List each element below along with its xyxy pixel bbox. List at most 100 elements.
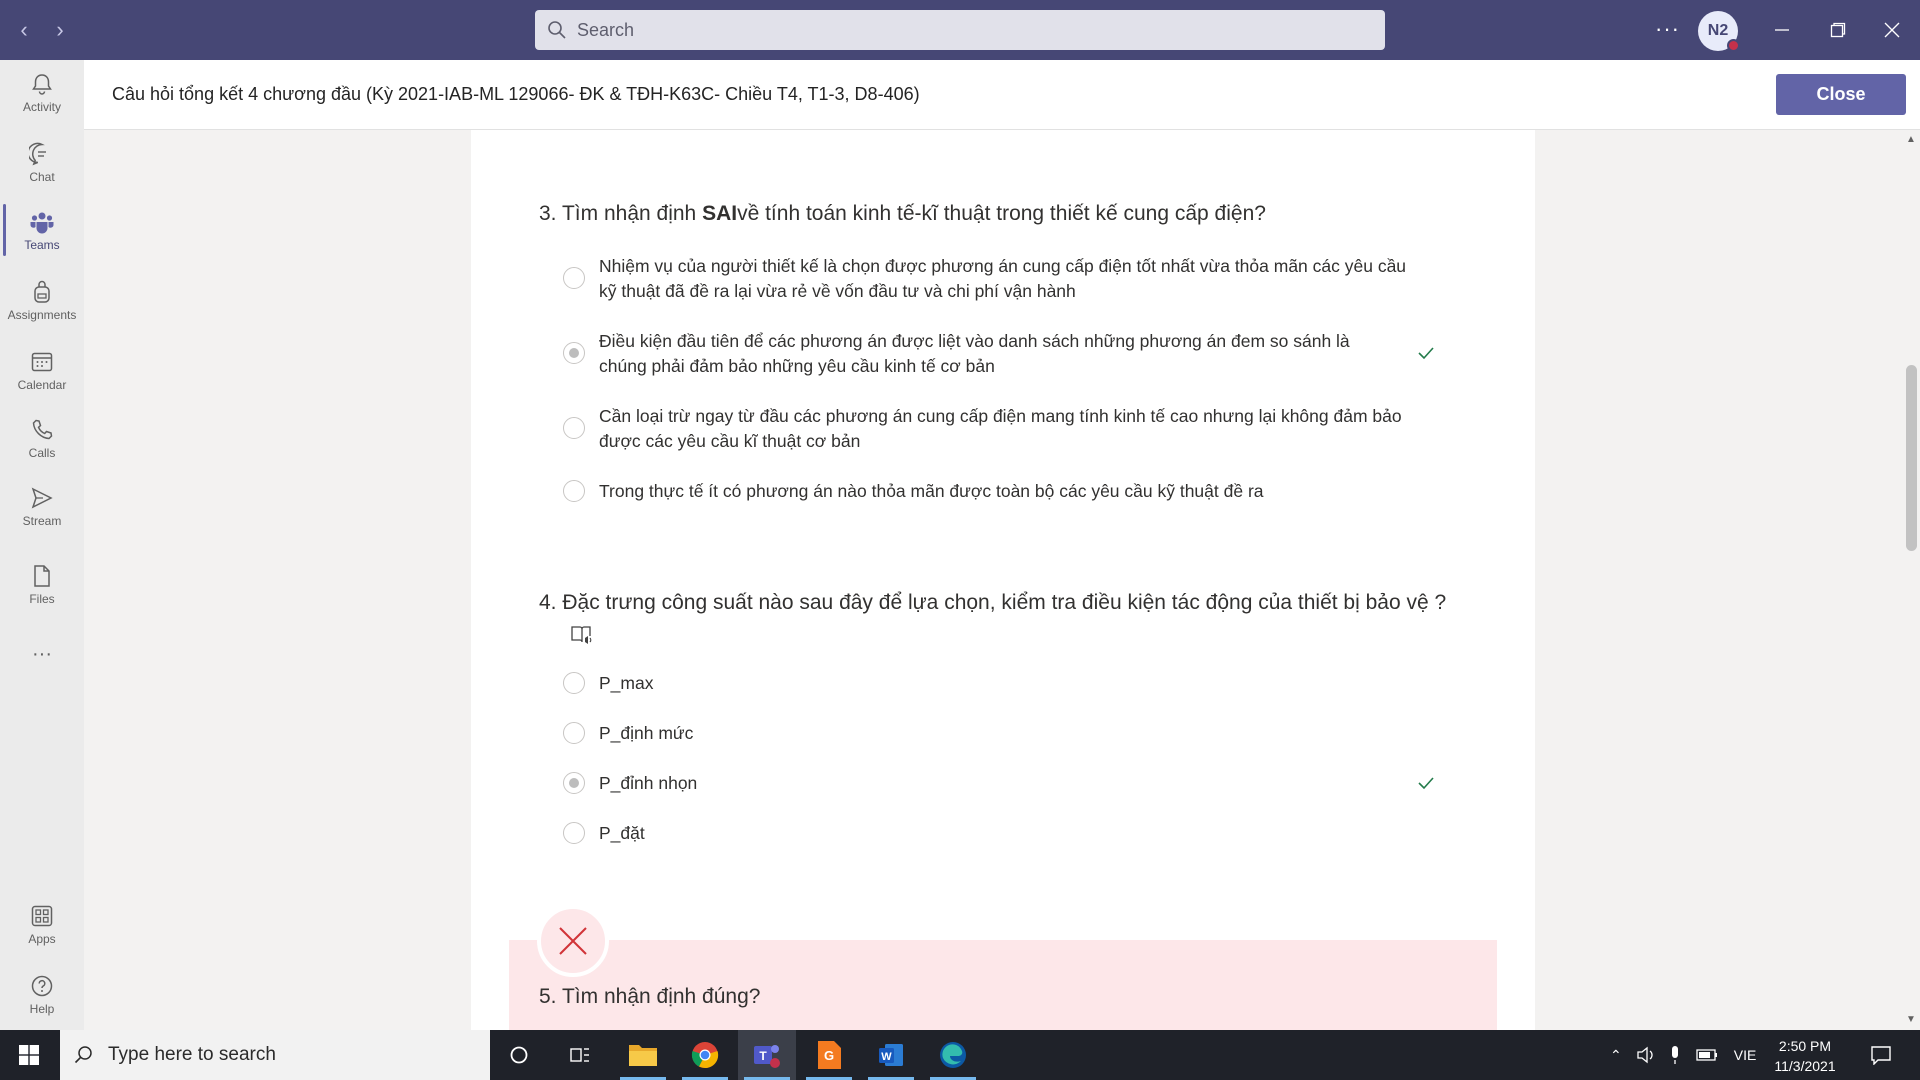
quiz-card: 3. Tìm nhận định SAIvề tính toán kinh tế…: [471, 130, 1535, 1030]
volume-icon[interactable]: [1636, 1046, 1656, 1064]
restore-icon[interactable]: [1822, 14, 1854, 46]
rail-item-calendar[interactable]: Calendar: [0, 338, 84, 402]
clock[interactable]: 2:50 PM 11/3/2021: [1760, 1036, 1850, 1076]
q3-option-1[interactable]: Nhiệm vụ của người thiết kế là chọn được…: [563, 254, 1423, 304]
rail-label: Help: [29, 1001, 55, 1016]
rail-item-activity[interactable]: Activity: [0, 60, 84, 124]
rail-label: Apps: [28, 931, 56, 946]
rail-label: Assignments: [7, 307, 77, 322]
rail-item-files[interactable]: Files: [0, 552, 84, 616]
scroll-down-icon[interactable]: ▼: [1906, 1014, 1916, 1025]
option-line: Cần loại trừ ngay từ đầu các phương án c…: [599, 406, 1402, 426]
q3-option-4[interactable]: Trong thực tế ít có phương án nào thỏa m…: [563, 479, 1423, 504]
close-window-icon[interactable]: [1876, 14, 1908, 46]
radio-button[interactable]: [563, 672, 585, 694]
clock-date: 11/3/2021: [1774, 1058, 1836, 1074]
bell-icon: [32, 73, 52, 95]
option-text: Nhiệm vụ của người thiết kế là chọn được…: [599, 254, 1406, 304]
option-line: Điều kiện đầu tiên để các phương án được…: [599, 331, 1350, 351]
check-icon: [1418, 777, 1434, 790]
rail-label: Files: [29, 591, 55, 606]
q3-option-2[interactable]: Điều kiện đầu tiên để các phương án được…: [563, 329, 1423, 379]
option-line: chúng phải đảm bảo những yêu cầu kinh tế…: [599, 356, 995, 376]
rail-label: Teams: [24, 237, 60, 252]
edge-icon[interactable]: [924, 1030, 982, 1080]
radio-button[interactable]: [563, 480, 585, 502]
q4-option-3[interactable]: P_đỉnh nhọn: [563, 771, 1423, 796]
stream-icon: [31, 487, 53, 508]
language-indicator[interactable]: VIE: [1734, 1047, 1757, 1063]
windows-start-icon[interactable]: [0, 1030, 58, 1080]
radio-button[interactable]: [563, 417, 585, 439]
battery-icon[interactable]: [1696, 1048, 1718, 1062]
option-text: P_đặt: [599, 823, 645, 843]
q3-option-3[interactable]: Cần loại trừ ngay từ đầu các phương án c…: [563, 404, 1423, 454]
rail-item-teams[interactable]: Teams: [0, 198, 84, 262]
more-label: ···: [32, 642, 52, 665]
back-arrow-icon[interactable]: ‹: [12, 16, 36, 44]
system-tray: ⌃ VIE: [1610, 1030, 1756, 1080]
rail-item-assignments[interactable]: Assignments: [0, 268, 84, 332]
radio-button[interactable]: [563, 722, 585, 744]
search-placeholder: Search: [577, 19, 635, 40]
scroll-thumb[interactable]: [1906, 365, 1917, 551]
svg-text:G: G: [824, 1048, 834, 1063]
check-icon: [1418, 347, 1434, 360]
rail-item-apps[interactable]: Apps: [0, 892, 84, 956]
x-icon: [559, 927, 587, 955]
search-icon: [74, 1046, 92, 1064]
file-icon: [34, 564, 50, 587]
vertical-scrollbar[interactable]: ▲ ▼: [1902, 130, 1920, 1030]
pdf-app-icon[interactable]: G: [800, 1030, 858, 1080]
page-title: Câu hỏi tổng kết 4 chương đầu (Kỳ 2021-I…: [112, 84, 920, 104]
option-line: Nhiệm vụ của người thiết kế là chọn được…: [599, 256, 1407, 276]
q4-option-4[interactable]: P_đặt: [563, 821, 1423, 846]
search-input[interactable]: Search: [535, 10, 1385, 50]
clock-time: 2:50 PM: [1778, 1038, 1832, 1054]
minimize-icon[interactable]: [1766, 14, 1798, 46]
taskbar-search-input[interactable]: Type here to search: [60, 1030, 490, 1080]
teams-app-icon[interactable]: T: [738, 1030, 796, 1080]
radio-button-selected[interactable]: [563, 772, 585, 794]
title-bar: ‹ › Search ··· N2: [0, 0, 1920, 60]
rail-item-help[interactable]: Help: [0, 962, 84, 1026]
quiz-area: 3. Tìm nhận định SAIvề tính toán kinh tế…: [84, 130, 1902, 1030]
radio-button[interactable]: [563, 822, 585, 844]
question-3: 3. Tìm nhận định SAIvề tính toán kinh tế…: [539, 202, 1266, 226]
radio-button-selected[interactable]: [563, 342, 585, 364]
taskbar: Type here to search T G W ⌃ VIE 2:50 PM …: [0, 1030, 1920, 1080]
rail-item-stream[interactable]: Stream: [0, 474, 84, 538]
cortana-icon[interactable]: [490, 1030, 548, 1080]
scroll-up-icon[interactable]: ▲: [1906, 134, 1916, 145]
incorrect-badge: [537, 905, 609, 977]
avatar[interactable]: N2: [1698, 11, 1740, 52]
chrome-icon[interactable]: [676, 1030, 734, 1080]
rail-item-calls[interactable]: Calls: [0, 406, 84, 470]
more-options-icon[interactable]: ···: [1655, 16, 1680, 42]
q4-option-1[interactable]: P_max: [563, 671, 1423, 696]
close-button[interactable]: Close: [1776, 74, 1906, 115]
chevron-up-icon[interactable]: ⌃: [1610, 1047, 1622, 1064]
radio-button[interactable]: [563, 267, 585, 289]
question-5: 5. Tìm nhận định đúng?: [539, 985, 761, 1008]
microphone-icon[interactable]: [1668, 1045, 1682, 1065]
rail-label: Calls: [28, 445, 56, 460]
q4-option-2[interactable]: P_định mức: [563, 721, 1423, 746]
option-text: Trong thực tế ít có phương án nào thỏa m…: [599, 481, 1264, 501]
option-text: P_định mức: [599, 723, 694, 743]
option-text: P_đỉnh nhọn: [599, 773, 698, 793]
question-3-suffix: về tính toán kinh tế-kĩ thuật trong thiế…: [737, 202, 1266, 225]
file-explorer-icon[interactable]: [614, 1030, 672, 1080]
task-view-icon[interactable]: [551, 1030, 609, 1080]
svg-text:T: T: [759, 1049, 767, 1063]
help-icon: [31, 975, 53, 996]
phone-icon: [32, 419, 53, 439]
notifications-icon[interactable]: [1852, 1030, 1910, 1080]
rail-item-chat[interactable]: Chat: [0, 130, 84, 194]
rail-label: Activity: [22, 99, 61, 114]
forward-arrow-icon[interactable]: ›: [48, 16, 72, 44]
more-apps-icon[interactable]: ···: [0, 622, 84, 686]
word-icon[interactable]: W: [862, 1030, 920, 1080]
immersive-reader-icon[interactable]: [570, 624, 594, 646]
teams-icon: [30, 212, 54, 233]
